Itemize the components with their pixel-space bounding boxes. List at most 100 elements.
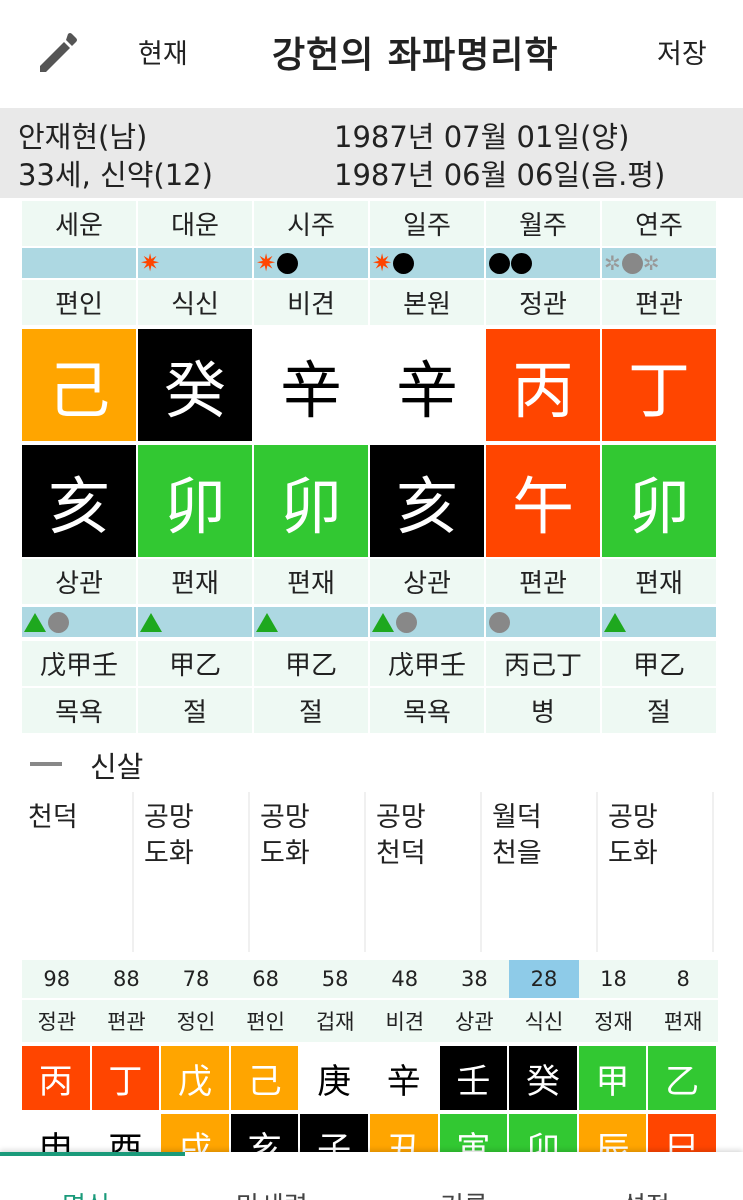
life-stage: 목욕 — [370, 688, 486, 733]
hidden-stems: 戊甲壬 — [22, 641, 138, 686]
shinsal-column: 공망 도화 — [598, 792, 714, 952]
branch-cell[interactable]: 午 — [486, 445, 602, 557]
shinsal-table: 천덕 공망 도화 공망 도화 공망 천덕 월덕 천을 공망 도화 — [18, 792, 714, 952]
symbol-cell — [254, 607, 370, 637]
pillar-header: 월주 — [486, 201, 602, 246]
grey-dot-icon — [489, 611, 510, 633]
branch-god: 편관 — [486, 559, 602, 604]
stem-cell[interactable]: 癸 — [138, 329, 254, 441]
person-info-panel: 안재현(남) 33세, 신약(12) 1987년 07월 01일(양) 1987… — [0, 108, 743, 198]
hidden-stems: 甲乙 — [602, 641, 718, 686]
daeun-stem-row: 丙 丁 戊 己 庚 辛 壬 癸 甲 乙 — [22, 1046, 718, 1110]
top-bar: 현재 강헌의 좌파명리학 저장 — [0, 0, 743, 105]
pillar-header: 연주 — [602, 201, 718, 246]
life-stage: 절 — [138, 688, 254, 733]
tab-records[interactable]: 기록 — [440, 1186, 488, 1200]
stem-symbol-row: ✷ ✷ ✷ ✲ ✲ — [22, 248, 718, 278]
stem-god: 편인 — [22, 280, 138, 325]
daeun-age[interactable]: 48 — [369, 960, 440, 998]
symbol-cell: ✲ ✲ — [602, 248, 718, 278]
stem-god-row: 편인 식신 비견 본원 정관 편관 — [22, 280, 718, 325]
stem-god: 정관 — [486, 280, 602, 325]
daeun-god-row: 정관 편관 정인 편인 겁재 비견 상관 식신 정재 편재 — [22, 1000, 718, 1042]
daeun-god: 정관 — [22, 1000, 92, 1042]
branch-cell[interactable]: 亥 — [22, 445, 138, 557]
pillar-header: 세운 — [22, 201, 138, 246]
stem-god: 식신 — [138, 280, 254, 325]
stem-cell[interactable]: 辛 — [370, 329, 486, 441]
stem-cell[interactable]: 丁 — [602, 329, 718, 441]
solar-birthdate: 1987년 07월 01일(양) — [334, 120, 630, 154]
symbol-cell — [486, 607, 602, 637]
shinsal-item: 천덕 — [376, 838, 426, 869]
edit-pencil-icon[interactable] — [34, 28, 80, 74]
daeun-stem[interactable]: 戊 — [161, 1046, 231, 1110]
daeun-stem[interactable]: 辛 — [369, 1046, 440, 1110]
daeun-age[interactable]: 8 — [648, 960, 718, 998]
branch-cell[interactable]: 卯 — [602, 445, 718, 557]
black-dot-icon — [489, 252, 510, 274]
shinsal-item: 천덕 — [28, 802, 78, 833]
shinsal-column: 천덕 — [18, 792, 134, 952]
tab-manseryeok[interactable]: 만세력 — [236, 1186, 308, 1200]
daeun-age[interactable]: 88 — [91, 960, 162, 998]
symbol-cell — [22, 248, 138, 278]
tab-myeongsik[interactable]: 명식 — [62, 1186, 110, 1200]
daeun-stem[interactable]: 庚 — [300, 1046, 370, 1110]
stem-cell[interactable]: 己 — [22, 329, 138, 441]
daeun-age[interactable]: 68 — [230, 960, 301, 998]
daeun-age-selected[interactable]: 28 — [509, 960, 579, 998]
branch-cell[interactable]: 卯 — [254, 445, 370, 557]
shinsal-column: 공망 도화 — [134, 792, 250, 952]
daeun-stem[interactable]: 丁 — [91, 1046, 162, 1110]
shinsal-item: 도화 — [260, 838, 310, 869]
person-name: 안재현(남) — [18, 120, 148, 154]
burst-icon: ✷ — [140, 249, 161, 277]
tab-settings[interactable]: 설정 — [622, 1186, 670, 1200]
collapse-icon[interactable] — [30, 762, 62, 766]
daeun-stem[interactable]: 壬 — [439, 1046, 510, 1110]
stem-god: 편관 — [602, 280, 718, 325]
symbol-cell: ✷ — [254, 248, 370, 278]
symbol-cell: ✷ — [370, 248, 486, 278]
branch-cell[interactable]: 卯 — [138, 445, 254, 557]
green-triangle-icon — [372, 612, 394, 632]
daeun-stem[interactable]: 丙 — [22, 1046, 92, 1110]
green-triangle-icon — [24, 612, 46, 632]
symbol-cell — [22, 607, 138, 637]
branch-god: 편재 — [138, 559, 254, 604]
branch-cell[interactable]: 亥 — [370, 445, 486, 557]
daeun-stem[interactable]: 甲 — [578, 1046, 649, 1110]
now-button[interactable]: 현재 — [138, 32, 188, 71]
stem-god: 비견 — [254, 280, 370, 325]
stem-cell[interactable]: 辛 — [254, 329, 370, 441]
shinsal-item: 공망 — [260, 802, 310, 833]
life-stage: 목욕 — [22, 688, 138, 733]
daeun-age[interactable]: 38 — [439, 960, 510, 998]
daeun-age[interactable]: 98 — [22, 960, 92, 998]
symbol-cell: ✷ — [138, 248, 254, 278]
daeun-age[interactable]: 18 — [578, 960, 649, 998]
shinsal-item: 공망 — [144, 802, 194, 833]
daeun-stem[interactable]: 癸 — [509, 1046, 579, 1110]
daeun-god: 상관 — [439, 1000, 510, 1042]
grey-dot-icon — [396, 611, 417, 633]
app-title: 강헌의 좌파명리학 — [272, 35, 559, 76]
pillar-header: 시주 — [254, 201, 370, 246]
hidden-stems: 甲乙 — [254, 641, 370, 686]
green-triangle-icon — [604, 612, 626, 632]
daeun-age-row: 98 88 78 68 58 48 38 28 18 8 — [22, 960, 718, 998]
daeun-stem[interactable]: 乙 — [648, 1046, 718, 1110]
daeun-age[interactable]: 78 — [161, 960, 231, 998]
daeun-stem[interactable]: 己 — [230, 1046, 301, 1110]
white-burst-icon: ✲ — [642, 251, 660, 275]
stem-cell[interactable]: 丙 — [486, 329, 602, 441]
symbol-cell — [370, 607, 486, 637]
lunar-birthdate: 1987년 06월 06일(음.평) — [334, 158, 666, 192]
shinsal-section-header[interactable]: 신살 — [22, 738, 718, 788]
shinsal-item: 공망 — [608, 802, 658, 833]
save-button[interactable]: 저장 — [657, 32, 707, 71]
daeun-age[interactable]: 58 — [300, 960, 370, 998]
hidden-stems: 戊甲壬 — [370, 641, 486, 686]
daeun-god: 편인 — [230, 1000, 301, 1042]
